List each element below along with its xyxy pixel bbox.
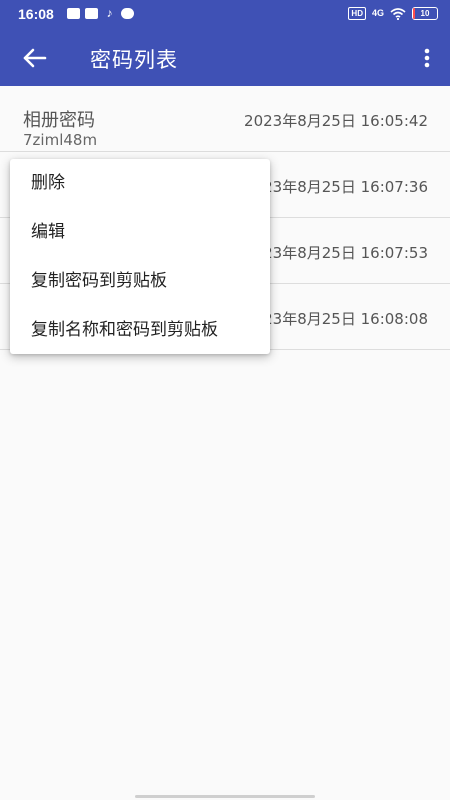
page-title: 密码列表 (90, 48, 178, 72)
back-button[interactable] (20, 43, 50, 73)
app-bar: 密码列表 (0, 30, 450, 86)
battery-fill (413, 8, 416, 19)
status-right-icons: HD 4G 10 (348, 7, 438, 20)
battery-icon: 10 (412, 7, 438, 20)
hd-badge: HD (348, 7, 366, 20)
mail-icon (67, 8, 80, 19)
wifi-icon (390, 7, 406, 20)
list-item[interactable]: 相册密码 7ziml48m 2023年8月25日 16:05:42 (0, 86, 450, 152)
chat-icon (121, 8, 134, 19)
item-time: 2023年8月25日 16:07:36 (244, 178, 428, 196)
tiktok-icon: ♪ (106, 6, 113, 20)
arrow-left-icon (23, 48, 47, 68)
menu-item-copy-name-and-password[interactable]: 复制名称和密码到剪贴板 (10, 306, 270, 355)
youtube-icon (85, 8, 98, 19)
home-indicator[interactable] (135, 795, 315, 798)
more-vert-icon (424, 48, 430, 68)
status-time: 16:08 (18, 6, 54, 22)
battery-level: 10 (420, 9, 430, 18)
menu-item-edit[interactable]: 编辑 (10, 208, 270, 257)
menu-item-delete[interactable]: 删除 (10, 159, 270, 208)
menu-item-copy-password[interactable]: 复制密码到剪贴板 (10, 257, 270, 306)
item-time: 2023年8月25日 16:05:42 (244, 112, 428, 130)
more-options-button[interactable] (418, 43, 436, 73)
notification-icons: ♪ (67, 6, 134, 20)
item-time: 2023年8月25日 16:07:53 (244, 244, 428, 262)
item-time: 2023年8月25日 16:08:08 (244, 310, 428, 328)
network-type: 4G (371, 8, 384, 18)
status-bar: 16:08 ♪ HD 4G 10 (0, 0, 450, 30)
context-menu: 删除 编辑 复制密码到剪贴板 复制名称和密码到剪贴板 (10, 159, 270, 354)
item-name: 相册密码 (23, 110, 95, 131)
item-password: 7ziml48m (23, 131, 98, 149)
